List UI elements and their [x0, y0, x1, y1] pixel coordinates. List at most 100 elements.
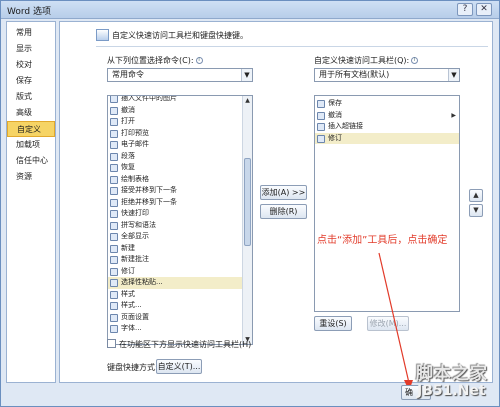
list-item-label: 字体...: [121, 324, 142, 332]
list-item-label: 修订: [328, 133, 342, 142]
sidebar-item[interactable]: 资源: [7, 169, 55, 185]
list-item-label: 快速打印: [121, 209, 149, 217]
sidebar-item[interactable]: 校对: [7, 57, 55, 73]
list-item[interactable]: 新建: [108, 243, 252, 255]
commands-items: 插入文件中的图片撤消▶打开打印预览电子邮件段落恢复绘制表格接受并移到下一条拒绝并…: [108, 95, 252, 335]
list-item[interactable]: 电子邮件: [108, 139, 252, 151]
list-item[interactable]: 段落: [108, 151, 252, 163]
list-item[interactable]: 字体...: [108, 323, 252, 335]
chevron-down-icon[interactable]: ▼: [241, 69, 252, 81]
list-item[interactable]: 恢复: [108, 162, 252, 174]
watermark-logo: 脚本之家: [416, 364, 488, 384]
info-icon: i: [195, 57, 203, 64]
list-item[interactable]: 插入文件中的图片: [108, 95, 252, 105]
list-item-label: 撤消: [328, 110, 342, 119]
commands-list[interactable]: 插入文件中的图片撤消▶打开打印预览电子邮件段落恢复绘制表格接受并移到下一条拒绝并…: [107, 95, 253, 345]
remove-button[interactable]: 删除(R): [260, 204, 307, 219]
close-icon[interactable]: ✕: [476, 3, 492, 16]
list-item[interactable]: 打开: [108, 116, 252, 128]
sidebar-item[interactable]: 版式: [7, 89, 55, 105]
paragraph-icon: [110, 152, 118, 161]
folder-open-icon: [110, 118, 118, 126]
list-item[interactable]: 选择性粘贴...: [108, 277, 252, 289]
sidebar-item[interactable]: 信任中心: [7, 153, 55, 169]
qat-label: 自定义快速访问工具栏(Q): i: [314, 55, 419, 66]
ribbon-checkbox-label: 在功能区下方显示快速访问工具栏(H): [119, 340, 252, 349]
new-comment-icon: [110, 256, 118, 264]
undo-icon: [317, 111, 325, 120]
page-setup-icon: [110, 313, 118, 322]
list-item-label: 打开: [121, 117, 135, 125]
qat-scope-value: 用于所有文档(默认): [319, 70, 390, 79]
redo-icon: [110, 164, 118, 172]
list-item[interactable]: 修订: [315, 132, 459, 144]
list-item-label: 拒绝并移到下一条: [121, 197, 177, 206]
list-item[interactable]: 样式▶: [108, 289, 252, 301]
reset-button[interactable]: 重设(S): [314, 316, 352, 331]
list-item-label: 样式: [121, 289, 135, 298]
page-title: 自定义快速访问工具栏和键盘快捷键。: [112, 31, 248, 40]
list-item[interactable]: 插入超链接: [315, 121, 459, 133]
track-changes-icon: [317, 134, 325, 143]
sidebar-item[interactable]: 加载项: [7, 137, 55, 153]
list-item-label: 恢复: [121, 163, 135, 171]
list-item[interactable]: 撤消▶: [315, 110, 459, 122]
move-up-button[interactable]: ▲: [469, 189, 483, 202]
choose-commands-label: 从下列位置选择命令(C): i: [107, 55, 203, 66]
accept-change-icon: [110, 187, 118, 195]
hyperlink-icon: [317, 123, 325, 131]
save-icon: [317, 100, 325, 108]
print-preview-icon: [110, 129, 118, 138]
sidebar-item[interactable]: 高级: [7, 105, 55, 121]
choose-commands-label-text: 从下列位置选择命令(C):: [107, 56, 194, 65]
choose-commands-dropdown[interactable]: 常用命令 ▼: [107, 68, 253, 82]
list-item-label: 接受并移到下一条: [121, 186, 177, 194]
list-item[interactable]: 保存: [315, 98, 459, 110]
list-item[interactable]: 接受并移到下一条: [108, 185, 252, 197]
list-item-label: 样式...: [121, 301, 142, 309]
qat-scope-dropdown[interactable]: 用于所有文档(默认) ▼: [314, 68, 460, 82]
track-changes-icon: [110, 267, 118, 276]
scroll-thumb[interactable]: [244, 158, 251, 246]
list-item-label: 页面设置: [121, 312, 149, 321]
list-item[interactable]: 拒绝并移到下一条: [108, 197, 252, 209]
title-bar[interactable]: Word 选项 ? ✕: [1, 1, 499, 19]
list-item-label: 修订: [121, 266, 135, 275]
move-down-button[interactable]: ▼: [469, 204, 483, 217]
customize-header-icon: [96, 29, 109, 41]
list-item[interactable]: 拼写和语法: [108, 220, 252, 232]
list-item[interactable]: 撤消▶: [108, 105, 252, 117]
ribbon-checkbox[interactable]: [107, 339, 116, 348]
list-item-label: 电子邮件: [121, 140, 149, 148]
sidebar-item[interactable]: 自定义: [7, 121, 55, 137]
customize-keyboard-button[interactable]: 自定义(T)...: [156, 359, 202, 374]
list-item[interactable]: 新建批注: [108, 254, 252, 266]
customize-panel: 自定义快速访问工具栏和键盘快捷键。 从下列位置选择命令(C): i 常用命令 ▼ …: [59, 21, 493, 383]
divider: [96, 46, 488, 47]
scroll-up-icon[interactable]: ▲: [243, 96, 252, 105]
add-button[interactable]: 添加(A) >>: [260, 185, 307, 200]
list-item-label: 插入文件中的图片: [121, 95, 177, 102]
list-item[interactable]: 快速打印: [108, 208, 252, 220]
sidebar-item[interactable]: 显示: [7, 41, 55, 57]
sidebar-item[interactable]: 常用: [7, 25, 55, 41]
paste-special-icon: [110, 279, 118, 287]
watermark-url: JB51.Net: [417, 383, 486, 399]
chevron-down-icon[interactable]: ▼: [448, 69, 459, 81]
list-item[interactable]: 修订: [108, 266, 252, 278]
list-item[interactable]: 绘制表格: [108, 174, 252, 186]
list-item-label: 打印预览: [121, 128, 149, 137]
commands-scrollbar[interactable]: ▲ ▼: [242, 96, 252, 344]
list-item-label: 保存: [328, 99, 342, 107]
sidebar-item[interactable]: 保存: [7, 73, 55, 89]
list-item[interactable]: 全部显示: [108, 231, 252, 243]
undo-icon: [110, 106, 118, 115]
list-item[interactable]: 页面设置: [108, 312, 252, 324]
list-item-label: 拼写和语法: [121, 220, 156, 229]
list-item[interactable]: 样式...: [108, 300, 252, 312]
styles-icon: [110, 302, 118, 310]
list-item[interactable]: 打印预览: [108, 128, 252, 140]
list-item-label: 新建: [121, 243, 135, 252]
list-item-label: 插入超链接: [328, 122, 363, 130]
help-icon[interactable]: ?: [457, 3, 473, 16]
